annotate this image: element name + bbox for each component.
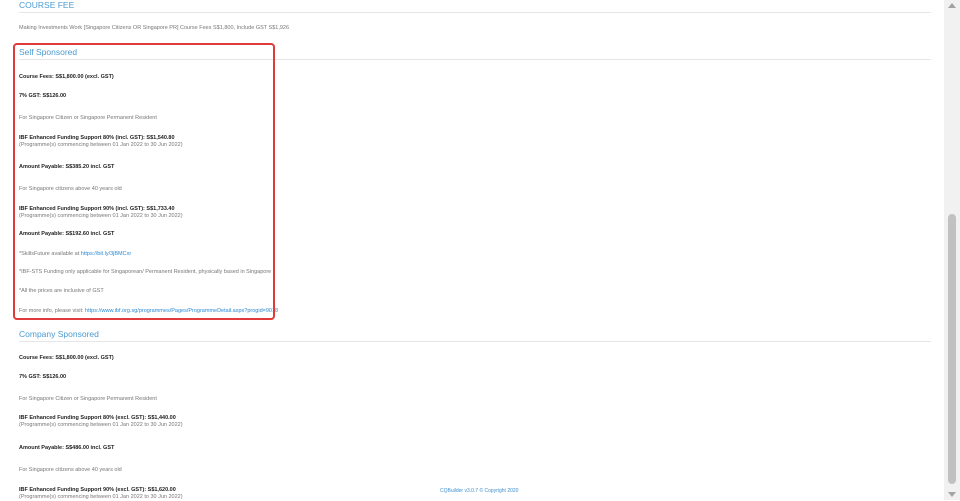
scrollbar-thumb[interactable] — [948, 214, 956, 484]
scroll-up-arrow-icon[interactable] — [948, 3, 956, 8]
company-ibf90: IBF Enhanced Funding Support 90% (excl. … — [19, 487, 176, 493]
course-fee-description: Making Investments Work [Singapore Citiz… — [19, 25, 290, 31]
company-ibf80-period: (Programme(s) commencing between 01 Jan … — [19, 422, 183, 428]
company-course-fees: Course Fees: S$1,800.00 (excl. GST) — [19, 355, 114, 361]
footer-copyright: CQBuilder v3.0.7 © Copyright 2020 — [440, 488, 519, 494]
company-above40-note: For Singapore citizens above 40 years ol… — [19, 467, 122, 473]
scroll-down-arrow-icon[interactable] — [948, 492, 956, 497]
company-citizen-note: For Singapore Citizen or Singapore Perma… — [19, 396, 157, 402]
company-ibf80: IBF Enhanced Funding Support 80% (excl. … — [19, 415, 176, 421]
vertical-scrollbar[interactable] — [944, 0, 960, 500]
self-sponsored-highlight-box — [13, 43, 275, 320]
page-content: COURSE FEE Making Investments Work [Sing… — [0, 0, 944, 500]
company-sponsored-divider — [19, 341, 931, 342]
company-sponsored-title: Company Sponsored — [19, 329, 99, 339]
course-fee-divider — [19, 12, 931, 13]
course-fee-title: COURSE FEE — [19, 0, 75, 10]
company-payable-1: Amount Payable: S$486.00 incl. GST — [19, 445, 115, 451]
company-gst: 7% GST: S$126.00 — [19, 374, 67, 380]
